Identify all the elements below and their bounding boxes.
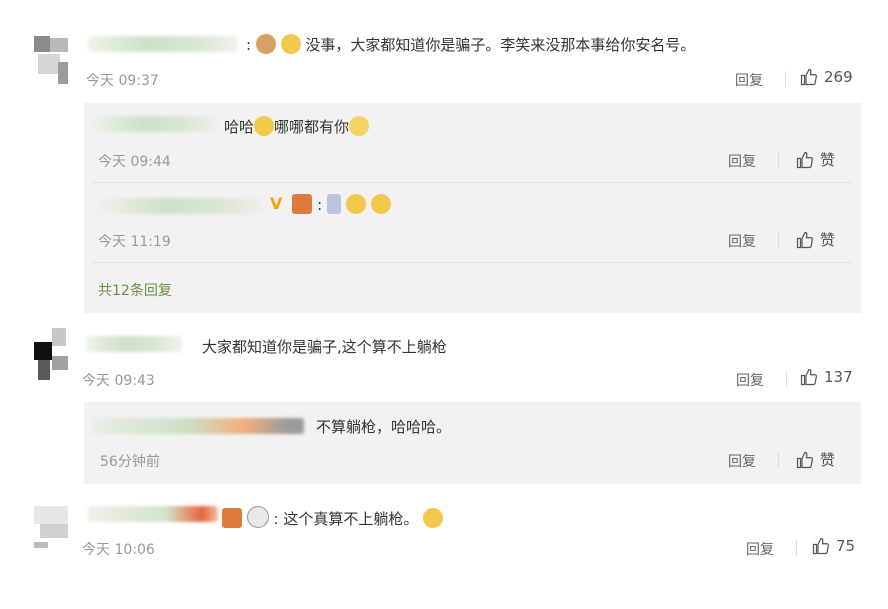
- divider: [92, 262, 852, 263]
- colon: :: [246, 36, 252, 54]
- reply-button[interactable]: 回复: [728, 231, 756, 251]
- emoji-icon: [371, 194, 392, 214]
- divider: [778, 152, 779, 168]
- reply-text: 不算躺枪，哈哈哈。: [316, 418, 452, 436]
- like-button[interactable]: 137: [800, 368, 853, 386]
- divider: [786, 371, 787, 387]
- comment-time: 今天 09:43: [82, 373, 155, 389]
- like-count: 137: [824, 368, 853, 386]
- divider: [92, 182, 852, 183]
- reply-text: 哈哈 哪哪都有你: [224, 116, 370, 137]
- emoji-icon: [423, 508, 444, 528]
- reply-emojis: :: [292, 194, 392, 216]
- comment-text: : 这个真算不上躺枪。: [222, 506, 444, 529]
- avatar[interactable]: [34, 506, 70, 562]
- like-button[interactable]: 75: [812, 537, 855, 555]
- emoji-icon: [280, 34, 301, 54]
- avatar[interactable]: [34, 36, 70, 92]
- divider: [785, 71, 786, 87]
- thumbs-up-icon: [812, 537, 829, 555]
- username-blurred[interactable]: [92, 418, 304, 434]
- comment-text: : 没事，大家都知道你是骗子。李笑来没那本事给你安名号。: [246, 34, 696, 54]
- thumbs-up-icon: [796, 151, 813, 168]
- thumbs-up-icon: [800, 368, 817, 386]
- like-count: 269: [824, 68, 853, 86]
- divider: [778, 232, 779, 248]
- reply-time: 今天 09:44: [98, 154, 171, 170]
- username-blurred[interactable]: [88, 506, 218, 522]
- username-blurred[interactable]: [98, 198, 266, 214]
- like-button[interactable]: 赞: [796, 449, 835, 470]
- reply-button[interactable]: 回复: [728, 451, 756, 471]
- divider: [778, 452, 779, 468]
- reply-button[interactable]: 回复: [735, 70, 763, 90]
- username-blurred[interactable]: [88, 36, 238, 52]
- username-blurred[interactable]: [92, 116, 220, 132]
- thumbs-up-icon: [796, 231, 813, 248]
- divider: [796, 540, 797, 556]
- reply-time: 今天 11:19: [98, 234, 171, 250]
- emoji-icon: [346, 194, 367, 214]
- comment-text: 大家都知道你是骗子,这个算不上躺枪: [202, 338, 447, 356]
- like-button[interactable]: 269: [800, 68, 853, 86]
- emoji-icon: [327, 194, 342, 214]
- comment-time: 今天 09:37: [86, 73, 159, 89]
- like-button[interactable]: 赞: [796, 229, 835, 250]
- thumbs-up-icon: [796, 451, 813, 468]
- reply-button[interactable]: 回复: [746, 539, 774, 559]
- emoji-icon: [222, 508, 242, 528]
- reply-time: 56分钟前: [100, 454, 160, 470]
- emoji-icon: [349, 116, 370, 136]
- comment-time: 今天 10:06: [82, 542, 155, 558]
- more-replies-link[interactable]: 共12条回复: [98, 280, 172, 300]
- emoji-icon: [292, 194, 312, 214]
- vip-badge: V: [270, 194, 283, 213]
- like-button[interactable]: 赞: [796, 149, 835, 170]
- avatar[interactable]: [34, 328, 70, 384]
- like-count: 75: [836, 537, 856, 555]
- emoji-icon: [255, 34, 276, 54]
- reply-button[interactable]: 回复: [728, 151, 756, 171]
- emoji-icon: [254, 116, 275, 136]
- emoji-icon: [246, 506, 269, 528]
- username-blurred[interactable]: [86, 336, 182, 352]
- thumbs-up-icon: [800, 68, 817, 86]
- reply-thread: [84, 402, 861, 484]
- reply-button[interactable]: 回复: [736, 370, 764, 390]
